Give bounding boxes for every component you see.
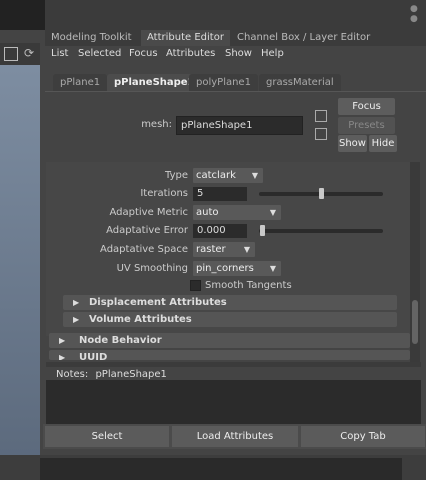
displacement-attributes-label: Displacement Attributes [89,297,227,308]
output-connection-icon[interactable] [315,128,327,140]
uv-smoothing-value: pin_corners [196,263,254,274]
adaptive-metric-label: Adaptive Metric [109,207,188,218]
chevron-down-icon: ▼ [269,208,276,217]
chevron-down-icon: ▼ [243,245,250,254]
uuid-label: UUID [79,352,108,360]
scrollbar-thumb[interactable] [412,300,418,344]
tab-modeling-toolkit[interactable]: Modeling Toolkit [45,30,138,46]
node-tab-pplaneshape1[interactable]: pPlaneShape1 [107,74,202,91]
panel-tabs: Modeling Toolkit Attribute Editor Channe… [45,30,426,46]
node-behavior-label: Node Behavior [79,335,162,346]
chevron-down-icon: ▼ [251,171,258,180]
presets-button[interactable]: Presets [338,117,395,134]
triangle-right-icon: ▶ [73,315,80,324]
smooth-tangents-label: Smooth Tangents [205,280,292,291]
chevron-down-icon: ▼ [269,264,276,273]
menu-list[interactable]: List [51,46,68,61]
copy-tab-button[interactable]: Copy Tab [301,426,425,447]
node-behavior-header[interactable]: ▶ Node Behavior [49,333,410,348]
grid-icon[interactable] [4,47,18,61]
adaptive-space-label: Adaptative Space [100,244,188,255]
status-line [40,458,402,480]
type-label: Type [165,170,188,181]
load-attributes-button[interactable]: Load Attributes [172,426,298,447]
adaptive-space-dropdown[interactable]: raster ▼ [193,242,255,257]
notes-prefix: Notes: [56,369,89,380]
select-button[interactable]: Select [45,426,169,447]
volume-attributes-label: Volume Attributes [89,314,192,325]
notes-text-area[interactable] [46,380,421,424]
adaptive-error-field[interactable]: 0.000 [193,224,247,238]
node-tab-pplane1[interactable]: pPlane1 [53,74,108,91]
refresh-icon[interactable]: ⟳ [24,46,34,60]
viewport-top [0,0,45,30]
tab-channel-box[interactable]: Channel Box / Layer Editor [231,30,376,46]
show-button[interactable]: Show [338,135,367,152]
iterations-slider-thumb[interactable] [318,188,324,199]
uv-smoothing-label: UV Smoothing [116,263,188,274]
adaptive-error-slider[interactable] [259,229,383,233]
input-connection-icon[interactable] [315,110,327,122]
adaptive-space-value: raster [196,244,226,255]
triangle-right-icon: ▶ [73,298,80,307]
mesh-label: mesh: [141,119,172,130]
triangle-right-icon: ▶ [59,353,66,360]
adaptive-error-label: Adaptative Error [106,225,188,236]
tab-attribute-editor[interactable]: Attribute Editor [141,30,230,46]
menu-bar: List Selected Focus Attributes Show Help [45,46,426,61]
title-strip [0,0,426,30]
menu-selected[interactable]: Selected [78,46,121,61]
volume-attributes-header[interactable]: ▶ Volume Attributes [63,312,397,327]
notes-splitter[interactable] [46,362,421,367]
uuid-header[interactable]: ▶ UUID [49,350,410,360]
iterations-field[interactable]: 5 [193,187,247,201]
type-dropdown[interactable]: catclark ▼ [193,168,263,183]
type-value: catclark [196,170,236,181]
mesh-name-field[interactable]: pPlaneShape1 [176,116,303,135]
adaptive-error-slider-thumb[interactable] [260,225,265,236]
hide-button[interactable]: Hide [369,135,397,152]
displacement-attributes-header[interactable]: ▶ Displacement Attributes [63,295,397,310]
viewport-panel[interactable] [0,47,40,457]
adaptive-metric-value: auto [196,207,219,218]
smooth-tangents-checkbox[interactable] [190,280,201,291]
notes-node-name: pPlaneShape1 [95,369,167,380]
adaptive-metric-dropdown[interactable]: auto ▼ [193,205,281,220]
uv-smoothing-dropdown[interactable]: pin_corners ▼ [193,261,281,276]
node-tab-polyplane1[interactable]: polyPlane1 [189,74,258,91]
tab-divider [45,91,426,92]
menu-help[interactable]: Help [261,46,284,61]
menu-attributes[interactable]: Attributes [166,46,215,61]
node-tab-grassmaterial[interactable]: grassMaterial [259,74,341,91]
node-tabs: pPlane1 pPlaneShape1 polyPlane1 grassMat… [45,74,426,92]
menu-focus[interactable]: Focus [129,46,158,61]
iterations-label: Iterations [140,188,188,199]
more-options-icon[interactable]: ● ● [410,4,418,24]
menu-show[interactable]: Show [225,46,252,61]
triangle-right-icon: ▶ [59,336,66,345]
focus-button[interactable]: Focus [338,98,395,115]
